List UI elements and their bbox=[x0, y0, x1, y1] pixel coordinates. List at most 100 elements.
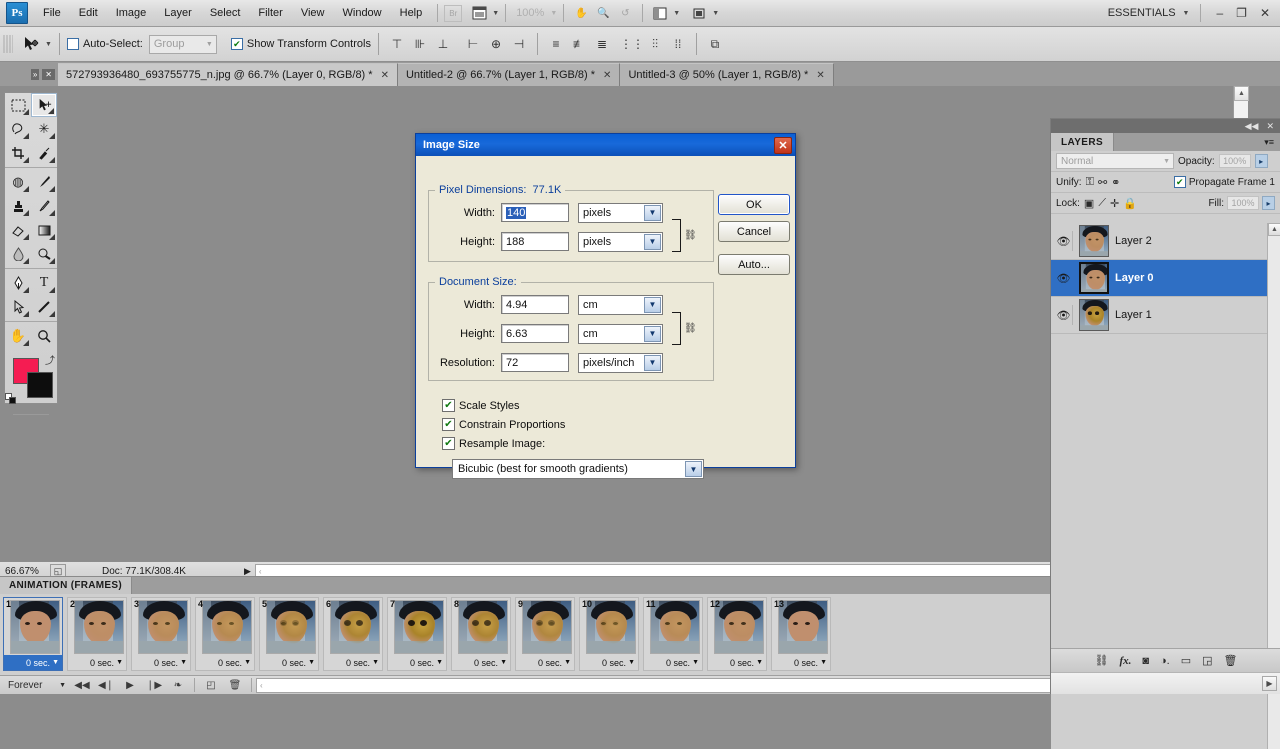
chevron-down-icon[interactable]: ▼ bbox=[756, 659, 763, 666]
document-tab-2-close-icon[interactable]: ✕ bbox=[603, 70, 611, 81]
layer-row[interactable]: 👁 Layer 1 bbox=[1051, 297, 1280, 334]
chevron-down-icon[interactable]: ▼ bbox=[308, 659, 315, 666]
frame-delay[interactable]: 0 sec. ▼ bbox=[196, 655, 254, 670]
history-brush-tool[interactable] bbox=[31, 194, 57, 218]
align-right-edges-icon[interactable]: ⊣ bbox=[508, 33, 530, 55]
layer-row[interactable]: 👁 Layer 2 bbox=[1051, 223, 1280, 260]
chevron-down-icon[interactable]: ▼ bbox=[564, 659, 571, 666]
delete-frame-icon[interactable]: 🗑 bbox=[223, 677, 247, 694]
doc-width-input[interactable]: 4.94 bbox=[501, 295, 569, 314]
layer-visibility-eye-icon[interactable]: 👁 bbox=[1055, 305, 1073, 325]
blend-mode-dropdown[interactable]: Normal ▼ bbox=[1056, 153, 1174, 169]
animation-frame[interactable]: 8 0 sec. ▼ bbox=[451, 597, 511, 671]
layer-visibility-eye-icon[interactable]: 👁 bbox=[1055, 231, 1073, 251]
animation-frame[interactable]: 1 0 sec. ▼ bbox=[3, 597, 63, 671]
pen-tool[interactable] bbox=[5, 271, 31, 295]
frame-delay[interactable]: 0 sec. ▼ bbox=[516, 655, 574, 670]
select-first-frame-icon[interactable]: ◀◀ bbox=[70, 677, 94, 694]
frame-delay[interactable]: 0 sec. ▼ bbox=[644, 655, 702, 670]
doc-height-unit-dropdown[interactable]: cm ▼ bbox=[578, 323, 663, 344]
constrain-proportions-checkbox[interactable]: ✔ bbox=[442, 418, 455, 431]
animation-frame[interactable]: 10 0 sec. ▼ bbox=[579, 597, 639, 671]
layer-row[interactable]: 👁 Layer 0 bbox=[1051, 260, 1280, 297]
layer-style-icon[interactable]: fx. bbox=[1119, 655, 1131, 667]
delete-layer-icon[interactable]: 🗑 bbox=[1224, 654, 1238, 667]
move-tool[interactable] bbox=[31, 93, 57, 117]
status-zoom-level[interactable]: 66.67% bbox=[0, 566, 50, 577]
doc-resolution-unit-dropdown[interactable]: pixels/inch ▼ bbox=[578, 352, 663, 373]
align-left-edges-icon[interactable]: ⊢ bbox=[462, 33, 484, 55]
pixel-height-input[interactable]: 188 bbox=[501, 232, 569, 251]
unify-visibility-icon[interactable]: ⚯ bbox=[1098, 176, 1107, 189]
duplicate-frame-icon[interactable]: ◰ bbox=[199, 677, 223, 694]
new-layer-icon[interactable]: ◲ bbox=[1202, 654, 1212, 667]
workspace-chevron-down-icon[interactable]: ▼ bbox=[1183, 10, 1190, 17]
screen-mode-chevron-down-icon[interactable]: ▼ bbox=[712, 10, 719, 17]
hand-tool-icon[interactable]: ✋ bbox=[570, 3, 592, 23]
distribute-horizontal-centers-icon[interactable]: ⫶⫶ bbox=[644, 33, 666, 55]
animation-frame[interactable]: 6 0 sec. ▼ bbox=[323, 597, 383, 671]
scroll-up-icon[interactable]: ▲ bbox=[1234, 86, 1249, 101]
panel-expand-arrow-icon[interactable]: ▶ bbox=[1262, 676, 1277, 691]
scroll-up-icon[interactable]: ▲ bbox=[1268, 223, 1280, 236]
tab-animation-frames[interactable]: ANIMATION (FRAMES) bbox=[0, 577, 132, 594]
document-tab-1[interactable]: 572793936480_693755775_n.jpg @ 66.7% (La… bbox=[58, 63, 398, 86]
menu-image[interactable]: Image bbox=[107, 3, 156, 24]
frame-delay[interactable]: 0 sec. ▼ bbox=[388, 655, 446, 670]
layer-thumbnail[interactable] bbox=[1079, 299, 1109, 331]
chevron-down-icon[interactable]: ▼ bbox=[500, 659, 507, 666]
select-previous-frame-icon[interactable]: ◀❘ bbox=[94, 677, 118, 694]
lock-transparent-pixels-icon[interactable]: ▣ bbox=[1084, 197, 1094, 210]
chevron-down-icon[interactable]: ▼ bbox=[820, 659, 827, 666]
chevron-down-icon[interactable]: ▼ bbox=[372, 659, 379, 666]
lock-image-pixels-icon[interactable]: ⟋ bbox=[1098, 197, 1106, 210]
chevron-down-icon[interactable]: ▼ bbox=[52, 659, 59, 666]
document-tab-1-close-icon[interactable]: ✕ bbox=[381, 70, 389, 81]
animation-frame[interactable]: 5 0 sec. ▼ bbox=[259, 597, 319, 671]
close-button[interactable]: ✕ bbox=[1256, 6, 1274, 20]
close-icon[interactable]: ✕ bbox=[774, 136, 792, 154]
menu-edit[interactable]: Edit bbox=[70, 3, 107, 24]
lasso-tool[interactable] bbox=[5, 117, 31, 141]
tween-frames-icon[interactable]: ❧ bbox=[166, 677, 190, 694]
eraser-tool[interactable] bbox=[5, 218, 31, 242]
zoom-tool-icon[interactable]: 🔍 bbox=[592, 3, 614, 23]
frame-delay[interactable]: 0 sec. ▼ bbox=[68, 655, 126, 670]
propagate-frame-checkbox[interactable] bbox=[1173, 176, 1186, 188]
frame-delay[interactable]: 0 sec. ▼ bbox=[260, 655, 318, 670]
animation-frame[interactable]: 4 0 sec. ▼ bbox=[195, 597, 255, 671]
loop-option-dropdown[interactable]: Forever ▼ bbox=[4, 677, 70, 693]
chevron-down-icon[interactable]: ▼ bbox=[436, 659, 443, 666]
align-vertical-centers-icon[interactable]: ⊪ bbox=[409, 33, 431, 55]
auto-align-layers-icon[interactable]: ⧉ bbox=[704, 33, 726, 55]
animation-frame[interactable]: 2 0 sec. ▼ bbox=[67, 597, 127, 671]
fill-slider-arrow-icon[interactable]: ▸ bbox=[1262, 196, 1275, 210]
clone-stamp-tool[interactable] bbox=[5, 194, 31, 218]
opacity-slider-arrow-icon[interactable]: ▸ bbox=[1254, 154, 1268, 168]
animation-frame[interactable]: 9 0 sec. ▼ bbox=[515, 597, 575, 671]
distribute-left-edges-icon[interactable]: ⋮⋮ bbox=[620, 33, 644, 55]
mini-bridge-icon[interactable] bbox=[468, 3, 490, 23]
chevron-down-icon[interactable]: ▼ bbox=[180, 659, 187, 666]
eyedropper-tool[interactable] bbox=[31, 141, 57, 165]
menu-select[interactable]: Select bbox=[201, 3, 250, 24]
tab-layers[interactable]: LAYERS bbox=[1051, 133, 1115, 151]
blur-tool[interactable] bbox=[5, 242, 31, 266]
scale-styles-checkbox[interactable]: ✔ bbox=[442, 399, 455, 412]
document-tab-2[interactable]: Untitled-2 @ 66.7% (Layer 1, RGB/8) * ✕ bbox=[397, 63, 621, 86]
link-layers-icon[interactable]: ⛓ bbox=[1094, 654, 1108, 667]
doc-width-unit-dropdown[interactable]: cm ▼ bbox=[578, 294, 663, 315]
lock-position-icon[interactable]: ✛ bbox=[1110, 197, 1119, 210]
resample-method-dropdown[interactable]: Bicubic (best for smooth gradients) ▼ bbox=[452, 459, 704, 479]
tool-preset-chevron-down-icon[interactable]: ▼ bbox=[45, 41, 52, 48]
ok-button[interactable]: OK bbox=[718, 194, 790, 215]
brush-tool[interactable] bbox=[31, 170, 57, 194]
doc-resolution-input[interactable]: 72 bbox=[501, 353, 569, 372]
minimize-button[interactable]: – bbox=[1212, 6, 1227, 20]
document-tab-3-close-icon[interactable]: ✕ bbox=[816, 70, 824, 81]
move-tool-icon[interactable] bbox=[17, 32, 43, 56]
menu-file[interactable]: File bbox=[34, 3, 70, 24]
show-transform-controls-checkbox[interactable] bbox=[230, 38, 243, 50]
unify-position-icon[interactable]: ⚿ bbox=[1086, 176, 1094, 189]
chevron-down-icon[interactable]: ▼ bbox=[628, 659, 635, 666]
